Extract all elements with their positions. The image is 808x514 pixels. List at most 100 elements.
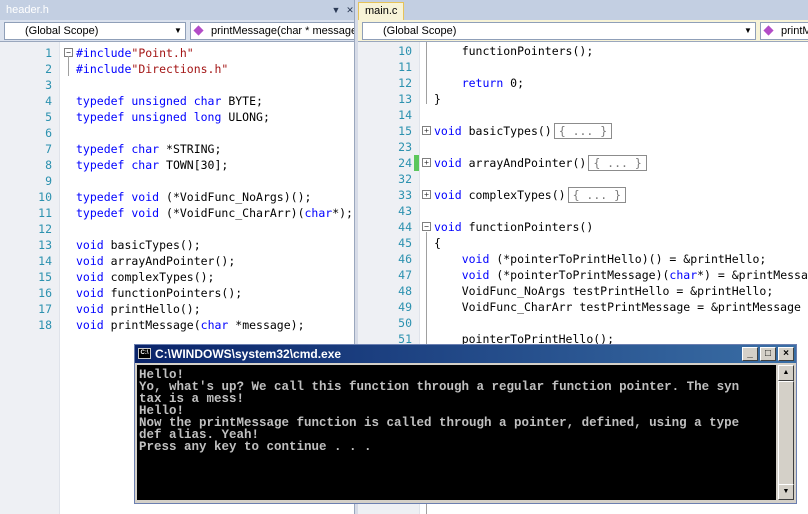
string-token: "Point.h" [131, 46, 194, 60]
line-number: 18 [38, 318, 52, 332]
line-number: 11 [38, 206, 52, 220]
code-token: (*pointerToPrintHello)() = &printHello; [489, 252, 767, 266]
code-token: 0; [503, 76, 525, 90]
code-token: *); [332, 206, 353, 220]
code-line[interactable]: 14 [358, 107, 808, 123]
code-line[interactable]: 9 [0, 173, 358, 189]
keyword-token: void [76, 238, 104, 252]
code-token: ULONG; [221, 110, 270, 124]
code-line[interactable]: 5 typedef unsigned long ULONG; [0, 109, 358, 125]
navigation-bar: (Global Scope) ▼ printMessage(char * mes… [0, 20, 358, 42]
code-line[interactable]: 18 void printMessage(char *message); [0, 317, 358, 333]
expand-icon[interactable]: + [422, 126, 431, 135]
tab-menu-icon[interactable]: ▼ [330, 5, 342, 16]
tab-main-c[interactable]: main.c [358, 2, 405, 20]
code-token: (*VoidFunc_CharArr)( [159, 206, 305, 220]
line-number: 44 [398, 220, 412, 234]
code-line[interactable]: 12 [0, 221, 358, 237]
keyword-token: return [461, 76, 504, 90]
code-line[interactable]: 15 + void basicTypes(){ ... } [358, 123, 808, 139]
code-text: void (*pointerToPrintMessage)(char*) = &… [434, 267, 808, 283]
code-text: typedef char TOWN[30]; [76, 157, 228, 173]
code-text: typedef unsigned long ULONG; [76, 109, 270, 125]
collapsed-region[interactable]: { ... } [588, 155, 647, 171]
code-line[interactable]: 8 typedef char TOWN[30]; [0, 157, 358, 173]
keyword-token: void [434, 220, 462, 234]
code-line[interactable]: 32 [358, 171, 808, 187]
code-text: return 0; [434, 75, 524, 91]
code-line[interactable]: 11 typedef void (*VoidFunc_CharArr)(char*… [0, 205, 358, 221]
outline-guide [68, 56, 69, 76]
line-number: 7 [45, 142, 52, 156]
member-dropdown[interactable]: printMessage(char * message) [190, 22, 356, 40]
line-number: 13 [398, 92, 412, 106]
keyword-token: typedef void [76, 206, 160, 220]
line-number: 16 [38, 286, 52, 300]
collapse-icon[interactable]: − [422, 222, 431, 231]
code-token: arrayAndPointer(); [103, 254, 236, 268]
line-number: 14 [398, 108, 412, 122]
keyword-token: void [76, 254, 104, 268]
code-line[interactable]: 6 [0, 125, 358, 141]
change-marker [414, 155, 419, 171]
collapsed-region[interactable]: { ... } [567, 187, 627, 203]
line-number: 49 [398, 300, 412, 314]
scroll-up-icon[interactable]: ▲ [778, 365, 794, 381]
expand-icon[interactable]: + [422, 190, 431, 199]
code-line[interactable]: 43 [358, 203, 808, 219]
code-line[interactable]: 24 + void arrayAndPointer(){ ... } [358, 155, 808, 171]
line-number: 11 [398, 60, 412, 74]
code-line[interactable]: 1− #include"Point.h" [0, 45, 358, 61]
code-line[interactable]: 14 void arrayAndPointer(); [0, 253, 358, 269]
navigation-bar: (Global Scope) ▼ printM [358, 20, 808, 42]
code-line[interactable]: 17 void printHello(); [0, 301, 358, 317]
scope-dropdown[interactable]: (Global Scope) ▼ [4, 22, 186, 40]
keyword-token: typedef char [76, 158, 160, 172]
code-line[interactable]: 23 [358, 139, 808, 155]
code-line[interactable]: 10 typedef void (*VoidFunc_NoArgs)(); [0, 189, 358, 205]
code-line[interactable]: 13 void basicTypes(); [0, 237, 358, 253]
code-text: typedef unsigned char BYTE; [76, 93, 263, 109]
scrollbar-thumb[interactable] [778, 381, 794, 485]
code-text: void basicTypes(){ ... } [434, 123, 613, 139]
code-line[interactable]: 15 void complexTypes(); [0, 269, 358, 285]
code-token: VoidFunc_NoArgs testPrintHello = &printH… [434, 284, 774, 298]
console-line: tax is a mess! [139, 392, 245, 406]
code-line[interactable]: 33 + void complexTypes(){ ... } [358, 187, 808, 203]
line-number: 14 [38, 254, 52, 268]
close-button[interactable]: × [778, 347, 794, 361]
console-window[interactable]: C:\ C:\WINDOWS\system32\cmd.exe _ □ × He… [134, 344, 797, 504]
method-icon [763, 25, 774, 36]
tab-header-h[interactable]: header.h [0, 2, 55, 20]
code-token: printMessage( [103, 318, 201, 332]
chevron-down-icon: ▼ [174, 26, 182, 35]
line-number: 50 [398, 316, 412, 330]
scope-dropdown[interactable]: (Global Scope) ▼ [362, 22, 756, 40]
code-text: typedef void (*VoidFunc_CharArr)(char*); [76, 205, 353, 221]
code-text: typedef void (*VoidFunc_NoArgs)(); [76, 189, 311, 205]
code-line[interactable]: 4 typedef unsigned char BYTE; [0, 93, 358, 109]
console-output[interactable]: Hello! Yo, what's up? We call this functi… [137, 365, 776, 500]
maximize-button[interactable]: □ [760, 347, 776, 361]
minimize-button[interactable]: _ [742, 347, 758, 361]
code-line[interactable]: 16 void functionPointers(); [0, 285, 358, 301]
member-dropdown[interactable]: printM [760, 22, 808, 40]
keyword-token: void [434, 188, 462, 202]
keyword-token: void [76, 302, 104, 316]
console-title: C:\WINDOWS\system32\cmd.exe [155, 347, 342, 361]
code-line[interactable]: 2 #include"Directions.h" [0, 61, 358, 77]
code-text: typedef char *STRING; [76, 141, 221, 157]
code-line[interactable]: 3 [0, 77, 358, 93]
scroll-down-icon[interactable]: ▼ [778, 484, 794, 500]
code-token: basicTypes() [461, 124, 552, 138]
line-number: 1 [45, 46, 52, 60]
expand-icon[interactable]: + [422, 158, 431, 167]
collapsed-region[interactable]: { ... } [553, 123, 613, 139]
code-text: void complexTypes(){ ... } [434, 187, 627, 203]
code-line[interactable]: 7 typedef char *STRING; [0, 141, 358, 157]
console-scrollbar[interactable]: ▲ ▼ [778, 365, 794, 500]
code-token: VoidFunc_CharArr testPrintMessage = &pri… [434, 300, 801, 314]
console-title-bar[interactable]: C:\ C:\WINDOWS\system32\cmd.exe _ □ × [135, 345, 796, 363]
